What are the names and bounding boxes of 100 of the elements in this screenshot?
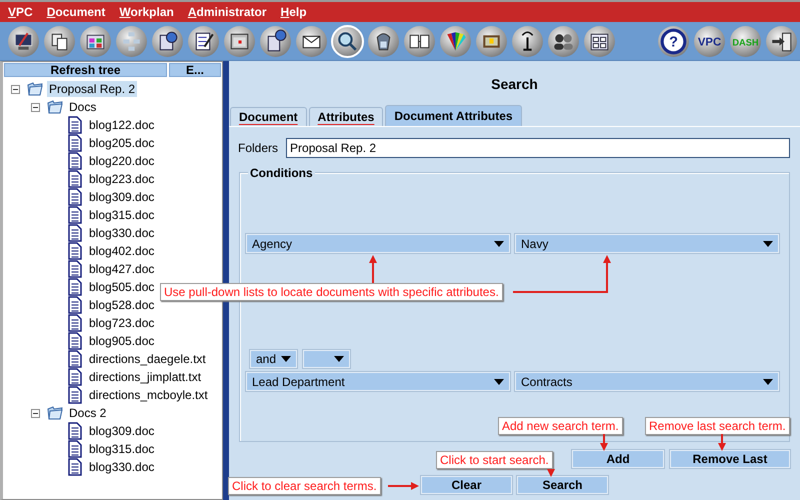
tab[interactable]: Document Attributes [385, 105, 522, 126]
document-icon [67, 386, 83, 404]
grid-folder-icon[interactable] [583, 24, 616, 58]
document-icon [67, 278, 83, 296]
tree-item[interactable]: blog723.doc [87, 315, 156, 331]
figure-icon[interactable] [367, 24, 400, 58]
remove-last-button[interactable]: Remove Last [670, 450, 790, 468]
search-icon[interactable] [331, 24, 364, 58]
tree-item[interactable]: blog315.doc [87, 441, 156, 457]
calendar-icon[interactable] [223, 24, 256, 58]
dropdown-arrow-icon [494, 378, 504, 384]
document-icon [67, 332, 83, 350]
tree-item[interactable]: Proposal Rep. 2 [47, 81, 138, 97]
dropdown[interactable]: Navy [515, 234, 779, 253]
dropdown[interactable] [303, 350, 350, 368]
dropdown[interactable]: Agency [246, 234, 510, 253]
documents-icon[interactable] [43, 24, 76, 58]
notepad-icon[interactable] [187, 24, 220, 58]
folders-field[interactable]: Proposal Rep. 2 [286, 138, 790, 158]
vpc-icon[interactable]: VPC [693, 24, 726, 58]
document-globe-icon[interactable] [151, 24, 184, 58]
dropdown-arrow-icon [763, 240, 773, 246]
menu-item[interactable]: Administrator [188, 5, 267, 19]
tree-item[interactable]: blog309.doc [87, 423, 156, 439]
tree-item[interactable]: Docs [67, 99, 98, 115]
tree-item[interactable]: blog905.doc [87, 333, 156, 349]
people-icon[interactable] [547, 24, 580, 58]
tree-item[interactable]: directions_daegele.txt [87, 351, 208, 367]
tree-item[interactable]: blog330.doc [87, 459, 156, 475]
field-label: Folders [238, 141, 278, 155]
callout-arrow [718, 434, 726, 451]
tree-item[interactable]: blog402.doc [87, 243, 156, 259]
document-icon [67, 368, 83, 386]
tree-item[interactable]: blog205.doc [87, 135, 156, 151]
monitor-icon[interactable] [7, 24, 40, 58]
panel-title: Search [490, 75, 539, 93]
dropdown-arrow-icon [281, 356, 291, 362]
tab[interactable]: Document [230, 107, 307, 126]
tree-item[interactable]: blog528.doc [87, 297, 156, 313]
document-icon [67, 350, 83, 368]
menu-item[interactable]: Help [280, 5, 307, 19]
color-fan-icon[interactable] [439, 24, 472, 58]
tree-item[interactable]: blog309.doc [87, 189, 156, 205]
dropdown[interactable]: and [250, 350, 297, 368]
document-icon [67, 440, 83, 458]
callout-note: Use pull-down lists to locate documents with specific attributes. [160, 283, 503, 301]
document-icon [67, 152, 83, 170]
group-title: Conditions [248, 166, 315, 180]
callout-arrow [369, 255, 377, 283]
document-icon [67, 314, 83, 332]
clear-button[interactable]: Clear [421, 476, 512, 494]
document-icon [67, 260, 83, 278]
exit-door-icon[interactable] [765, 24, 798, 58]
document-icon [67, 134, 83, 152]
callout-arrow [600, 434, 608, 451]
header-button[interactable]: E... [169, 63, 221, 77]
antenna-icon[interactable] [511, 24, 544, 58]
columns-icon[interactable] [403, 24, 436, 58]
folder-icon [47, 99, 63, 115]
dropdown-arrow-icon [334, 356, 344, 362]
picture-frame-icon[interactable] [475, 24, 508, 58]
tree-item[interactable]: directions_mcboyle.txt [87, 387, 210, 403]
refresh-tree-button[interactable]: Refresh tree [4, 63, 167, 77]
collapse-icon[interactable] [31, 408, 40, 418]
callout-note: Click to clear search terms. [228, 477, 381, 495]
menu-item[interactable]: Document [46, 5, 106, 19]
document-icon [67, 206, 83, 224]
collapse-icon[interactable] [11, 84, 20, 94]
tree-item[interactable]: blog223.doc [87, 171, 156, 187]
document-icon [67, 224, 83, 242]
document-icon [67, 188, 83, 206]
callout-note: Click to start search. [436, 451, 553, 469]
folder-icon [47, 405, 63, 421]
dropdown[interactable]: Contracts [515, 372, 779, 391]
tree-item[interactable]: directions_jimplatt.txt [87, 369, 204, 385]
collapse-icon[interactable] [31, 102, 40, 112]
tree-item[interactable]: blog330.doc [87, 225, 156, 241]
callout-note: Remove last search term. [645, 417, 790, 435]
tree-item[interactable]: Docs 2 [67, 405, 108, 421]
help-icon[interactable]: ? [657, 24, 690, 58]
tree-item[interactable]: blog315.doc [87, 207, 156, 223]
folder-icon [27, 81, 43, 97]
envelope-icon[interactable] [295, 24, 328, 58]
folder-icon[interactable] [79, 24, 112, 58]
document-icon [67, 422, 83, 440]
add-button[interactable]: Add [572, 450, 664, 468]
tree-item[interactable]: blog505.doc [87, 279, 156, 295]
tree-item[interactable]: blog122.doc [87, 117, 156, 133]
document-icon [67, 242, 83, 260]
callout-arrow [388, 482, 419, 490]
menu-item[interactable]: VPC [8, 5, 33, 19]
document-icon [67, 170, 83, 188]
dropdown-arrow-icon [494, 240, 504, 246]
tree-item[interactable]: blog427.doc [87, 261, 156, 277]
menu-item[interactable]: Workplan [119, 5, 174, 19]
document-globe-icon[interactable] [259, 24, 292, 58]
tree-item[interactable]: blog220.doc [87, 153, 156, 169]
dropdown[interactable]: Lead Department [246, 372, 510, 391]
search-button[interactable]: Search [517, 476, 608, 494]
tab[interactable]: Attributes [308, 107, 384, 126]
